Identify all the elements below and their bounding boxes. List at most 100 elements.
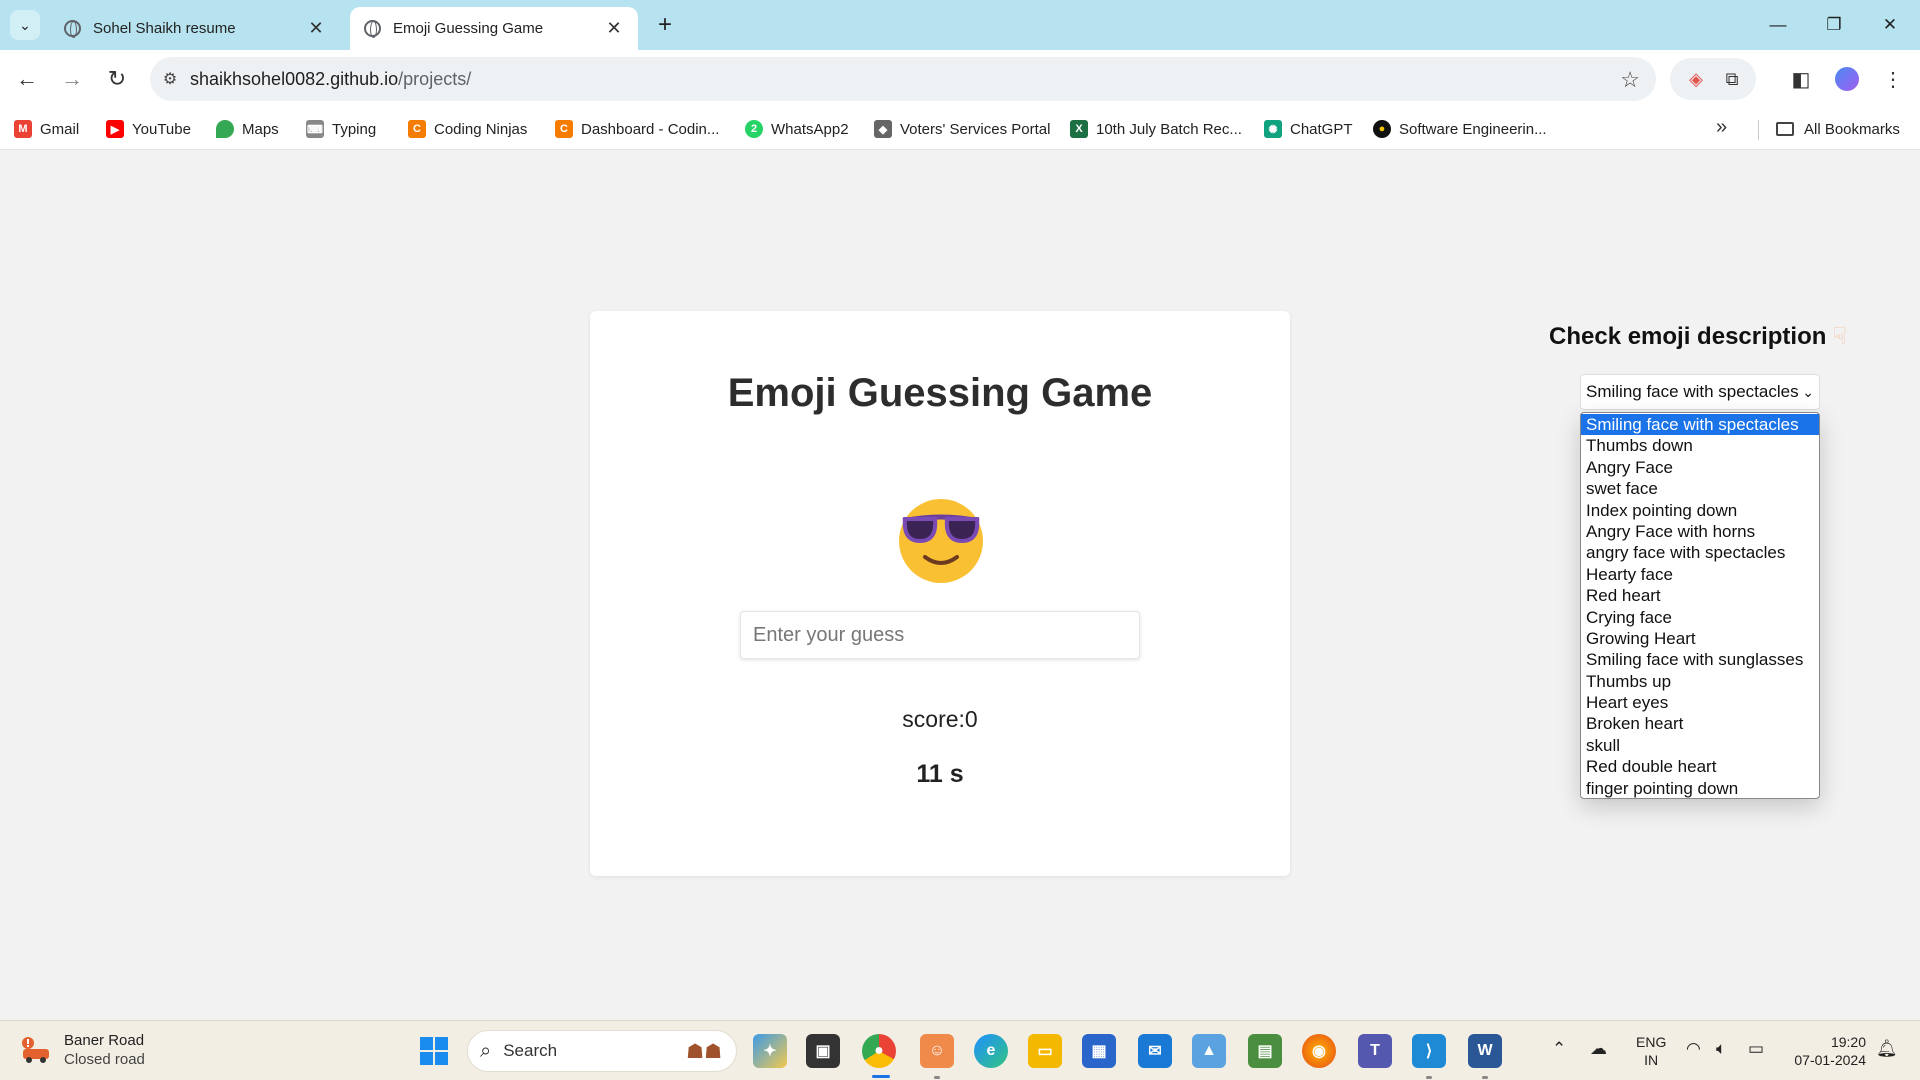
chevron-down-icon: ⌄ <box>19 16 31 33</box>
typing-icon: ⌨ <box>306 120 324 138</box>
store-icon[interactable]: ▦ <box>1082 1034 1116 1068</box>
bookmark-youtube[interactable]: ▶ YouTube <box>106 116 191 142</box>
bookmark-label: Gmail <box>40 120 80 138</box>
dropdown-option[interactable]: Red double heart <box>1581 756 1819 777</box>
emoji-description-select[interactable]: Smiling face with spectacles ⌄ <box>1580 374 1820 410</box>
task-view-icon[interactable]: ▣ <box>806 1034 840 1068</box>
dropdown-option[interactable]: Growing Heart <box>1581 628 1819 649</box>
onedrive-status-icon[interactable]: ☁ <box>1590 1039 1607 1059</box>
guess-input[interactable] <box>740 611 1140 659</box>
dropdown-option[interactable]: swet face <box>1581 478 1819 499</box>
dropdown-option[interactable]: Crying face <box>1581 607 1819 628</box>
url-text[interactable]: shaikhsohel0082.github.io/projects/ <box>190 69 471 90</box>
extensions-area: ◈ ⧉ <box>1670 58 1756 100</box>
bookmark-coding-ninjas[interactable]: C Coding Ninjas <box>408 116 527 142</box>
dropdown-option[interactable]: Angry Face with horns <box>1581 521 1819 542</box>
notification-bell-icon[interactable]: 🔔︎ <box>1876 1039 1898 1059</box>
close-icon[interactable]: ✕ <box>306 18 326 39</box>
start-button[interactable] <box>417 1034 451 1068</box>
bookmark-maps[interactable]: Maps <box>216 116 279 142</box>
show-hidden-icons-button[interactable]: ⌃ <box>1552 1039 1566 1059</box>
back-button[interactable]: ← <box>10 62 44 96</box>
input-language-indicator[interactable]: ENG IN <box>1636 1033 1666 1069</box>
bookmark-label: WhatsApp2 <box>771 120 849 138</box>
close-window-button[interactable]: ✕ <box>1870 8 1910 42</box>
address-bar[interactable]: ⚙ shaikhsohel0082.github.io/projects/ ☆ <box>150 57 1656 101</box>
weather-subtitle: Closed road <box>64 1051 145 1068</box>
screen-recorder-icon[interactable]: ◈ <box>1684 67 1708 91</box>
dropdown-option[interactable]: Smiling face with spectacles <box>1581 414 1819 436</box>
dropdown-option[interactable]: Index pointing down <box>1581 500 1819 521</box>
menu-button[interactable]: ⋮ <box>1876 62 1910 96</box>
arrow-right-icon: → <box>61 66 83 91</box>
tab-search-button[interactable]: ⌄ <box>10 10 40 40</box>
bookmark-typing[interactable]: ⌨ Typing <box>306 116 376 142</box>
copilot-icon[interactable]: ✦ <box>753 1034 787 1068</box>
file-explorer-icon[interactable]: ▭ <box>1028 1034 1062 1068</box>
people-app-icon[interactable]: ☺ <box>920 1034 954 1068</box>
dropdown-option[interactable]: Broken heart <box>1581 713 1819 734</box>
profile-button[interactable] <box>1830 62 1864 96</box>
dropdown-option[interactable]: Red heart <box>1581 585 1819 606</box>
windows-icon <box>420 1037 448 1065</box>
software-eng-icon: ● <box>1373 120 1391 138</box>
photos-icon[interactable]: ▲ <box>1192 1034 1226 1068</box>
new-tab-button[interactable]: + <box>650 10 680 40</box>
bookmark-label: YouTube <box>132 120 191 138</box>
bookmark-gmail[interactable]: M Gmail <box>14 116 79 142</box>
dropdown-option[interactable]: Thumbs up <box>1581 671 1819 692</box>
mail-icon[interactable]: ✉ <box>1138 1034 1172 1068</box>
dropdown-option[interactable]: Heart eyes <box>1581 692 1819 713</box>
vscode-icon[interactable]: ⟩ <box>1412 1034 1446 1068</box>
taskbar-search[interactable]: ⌕ Search ☗☗ <box>467 1030 737 1072</box>
dropdown-option[interactable]: angry face with spectacles <box>1581 542 1819 563</box>
bookmark-dashboard[interactable]: C Dashboard - Codin... <box>555 116 719 142</box>
tab-title: Sohel Shaikh resume <box>93 20 236 37</box>
bookmark-batch-record[interactable]: X 10th July Batch Rec... <box>1070 116 1242 142</box>
puzzle-icon[interactable]: ⧉ <box>1720 67 1744 91</box>
reload-button[interactable]: ↻ <box>100 62 134 96</box>
minimize-icon: — <box>1769 15 1787 34</box>
volume-icon[interactable]: 🔈︎ <box>1716 1039 1726 1059</box>
forward-button[interactable]: → <box>55 62 89 96</box>
bookmark-voters-portal[interactable]: ◆ Voters' Services Portal <box>874 116 1050 142</box>
bookmark-chatgpt[interactable]: ✺ ChatGPT <box>1264 116 1353 142</box>
plus-icon: + <box>657 11 672 38</box>
all-bookmarks-button[interactable]: All Bookmarks <box>1776 116 1900 142</box>
dropdown-option[interactable]: Hearty face <box>1581 564 1819 585</box>
side-panel-button[interactable]: ◧ <box>1784 62 1818 96</box>
tab-resume[interactable]: Sohel Shaikh resume ✕ <box>50 7 340 50</box>
dropdown-option[interactable]: Angry Face <box>1581 457 1819 478</box>
bookmark-whatsapp[interactable]: 2 WhatsApp2 <box>745 116 849 142</box>
site-settings-icon[interactable]: ⚙ <box>150 57 190 101</box>
emoji-description-dropdown: Smiling face with spectacles Thumbs down… <box>1580 412 1820 799</box>
language-code: ENG <box>1636 1034 1667 1050</box>
road-closed-icon <box>22 1037 49 1063</box>
tab-emoji-game[interactable]: Emoji Guessing Game ✕ <box>350 7 638 50</box>
firefox-icon[interactable]: ◉ <box>1302 1034 1336 1068</box>
bookmark-label: Software Engineerin... <box>1399 120 1547 138</box>
edge-icon[interactable]: e <box>974 1034 1008 1068</box>
word-icon[interactable]: W <box>1468 1034 1502 1068</box>
bookmark-star-icon[interactable]: ☆ <box>1620 67 1640 93</box>
bookmarks-overflow-button[interactable]: » <box>1716 116 1727 139</box>
chevron-up-icon: ⌃ <box>1552 1039 1567 1058</box>
dropdown-option[interactable]: finger pointing down <box>1581 778 1819 799</box>
dropdown-option[interactable]: Smiling face with sunglasses <box>1581 649 1819 670</box>
spreadsheet-icon[interactable]: ▤ <box>1248 1034 1282 1068</box>
url-path: /projects/ <box>398 68 472 89</box>
close-icon[interactable]: ✕ <box>604 18 624 39</box>
coding-ninjas-icon: C <box>555 120 573 138</box>
battery-icon[interactable]: ▭ <box>1748 1039 1764 1059</box>
globe-icon <box>64 20 81 38</box>
weather-widget[interactable]: Baner Road Closed road <box>20 1031 145 1069</box>
bookmark-software-eng[interactable]: ● Software Engineerin... <box>1373 116 1547 142</box>
chrome-icon[interactable]: ● <box>862 1034 896 1068</box>
dropdown-option[interactable]: skull <box>1581 735 1819 756</box>
minimize-button[interactable]: — <box>1758 8 1798 42</box>
dropdown-option[interactable]: Thumbs down <box>1581 435 1819 456</box>
wifi-icon[interactable]: ◠ <box>1686 1039 1701 1059</box>
taskbar-clock[interactable]: 19:20 07-01-2024 <box>1786 1033 1866 1069</box>
restore-button[interactable]: ❐ <box>1814 8 1854 42</box>
teams-icon[interactable]: T <box>1358 1034 1392 1068</box>
